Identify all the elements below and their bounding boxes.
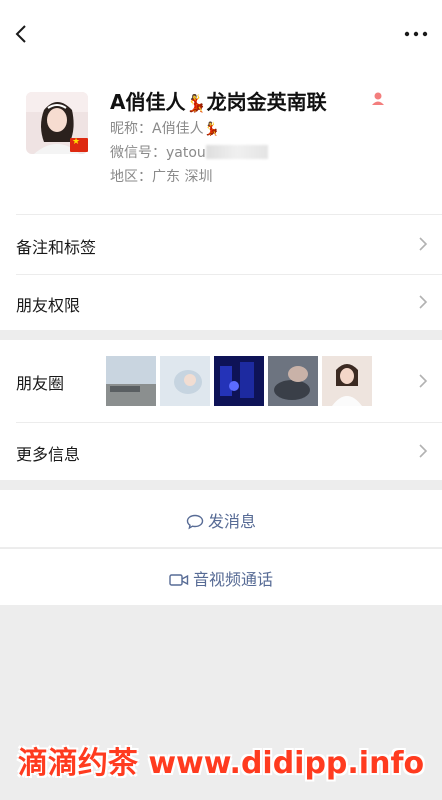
divider [16, 422, 442, 423]
chevron-right-icon [419, 444, 428, 458]
female-icon [372, 92, 384, 105]
nickname-label: 昵称： [110, 121, 152, 137]
watermark-text: 滴滴约茶 www.didipp.info [17, 746, 425, 781]
more-info-label: 更多信息 [16, 445, 81, 464]
profile-name-prefix: A俏佳人 [110, 90, 186, 114]
chat-bubble-icon [186, 514, 204, 530]
more-icon[interactable] [404, 30, 428, 38]
more-info-row[interactable]: 更多信息 [0, 422, 442, 480]
remarks-tags-row[interactable]: 备注和标签 [0, 214, 442, 274]
divider [16, 274, 442, 275]
top-bar [0, 0, 442, 70]
divider [0, 548, 442, 549]
profile-name: A俏佳人💃龙岗金英南联 [110, 86, 327, 115]
back-icon[interactable] [10, 22, 34, 46]
region-label: 地区： [110, 169, 152, 185]
nickname-value: A俏佳人 [152, 121, 204, 137]
send-message-button[interactable]: 发消息 [0, 490, 442, 547]
moments-photo-3 [214, 356, 264, 406]
wechat-id-value: yatou [166, 145, 206, 161]
video-call-label: 音视频通话 [192, 570, 273, 589]
chevron-right-icon [419, 295, 428, 309]
divider [16, 214, 442, 215]
nickname-line: 昵称：A俏佳人💃 [110, 118, 220, 138]
remarks-tags-label: 备注和标签 [16, 238, 97, 257]
chevron-right-icon [419, 237, 428, 251]
redacted-blur [205, 145, 268, 159]
moments-row[interactable]: 朋友圈 [0, 340, 442, 422]
profile-card: A俏佳人💃龙岗金英南联 昵称：A俏佳人💃 微信号：yatou 地区：广东 深圳 [0, 70, 442, 214]
moments-photo-2 [160, 356, 210, 406]
china-flag-icon [70, 137, 88, 152]
moments-photo-5 [322, 356, 372, 406]
send-message-label: 发消息 [207, 512, 256, 531]
profile-name-suffix: 龙岗金英南联 [206, 90, 327, 114]
moments-photo-4 [268, 356, 318, 406]
video-camera-icon [169, 574, 189, 586]
region-value: 广东 深圳 [152, 169, 213, 185]
wechat-id-line: 微信号：yatou [110, 142, 268, 162]
friend-permissions-row[interactable]: 朋友权限 [0, 274, 442, 330]
wechat-id-label: 微信号： [110, 145, 166, 161]
nickname-emoji: 💃 [203, 122, 220, 137]
friend-permissions-label: 朋友权限 [16, 296, 81, 315]
chevron-right-icon [419, 374, 428, 388]
region-line: 地区：广东 深圳 [110, 166, 212, 186]
moments-label: 朋友圈 [16, 374, 65, 393]
dancer-emoji: 💃 [185, 94, 207, 114]
video-call-button[interactable]: 音视频通话 [0, 548, 442, 605]
moments-photo-1 [106, 356, 156, 406]
